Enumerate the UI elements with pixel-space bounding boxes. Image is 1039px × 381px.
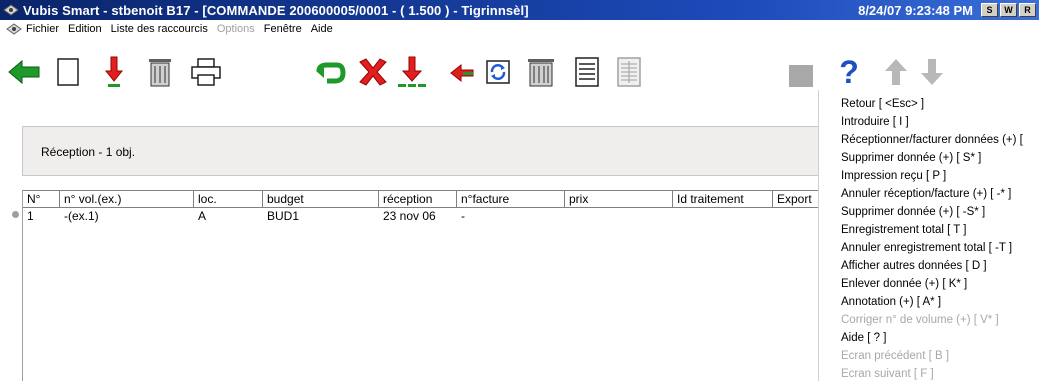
trash-icon[interactable] xyxy=(145,55,175,89)
row-selector-dot[interactable] xyxy=(12,211,19,218)
refresh-icon[interactable] xyxy=(484,58,512,86)
title-bar: Vubis Smart - stbenoit B17 - [COMMANDE 2… xyxy=(0,0,1039,20)
cell-budget: BUD1 xyxy=(267,209,300,223)
s-button[interactable]: S xyxy=(981,3,998,17)
cell-id-traitement xyxy=(673,209,773,224)
menu-item-enlever[interactable]: Enlever donnée (+) [ K* ] xyxy=(841,278,967,290)
new-document-icon[interactable] xyxy=(55,56,81,88)
window-buttons: S W R xyxy=(981,3,1036,17)
menu-item-receptionner[interactable]: Réceptionner/facturer données (+) [ xyxy=(841,134,1023,146)
cell-loc: A xyxy=(198,209,207,223)
print-icon[interactable] xyxy=(188,56,224,88)
menu-aide[interactable]: Aide xyxy=(311,23,333,35)
col-header-prix[interactable]: prix xyxy=(565,190,673,208)
list-grey-icon[interactable] xyxy=(614,55,644,89)
help-icon[interactable]: ? xyxy=(836,56,862,90)
menu-item-supprimer-neg[interactable]: Supprimer donnée (+) [ -S* ] xyxy=(841,206,985,218)
menu-item-afficher[interactable]: Afficher autres données [ D ] xyxy=(841,260,987,272)
receive-all-icon[interactable] xyxy=(395,54,429,90)
list-icon[interactable] xyxy=(572,55,602,89)
cell-vol: -(ex.1) xyxy=(64,209,99,223)
undo-icon[interactable] xyxy=(314,60,348,86)
context-menu: Retour [ <Esc> ] Introduire [ I ] Récept… xyxy=(818,90,1039,381)
menu-item-enregistrement[interactable]: Enregistrement total [ T ] xyxy=(841,224,967,236)
app-logo-icon xyxy=(3,4,19,16)
col-header-reception[interactable]: réception xyxy=(379,190,457,208)
menu-item-ecran-precedent[interactable]: Ecran précédent [ B ] xyxy=(841,350,949,362)
reception-panel: Réception - 1 obj. xyxy=(22,126,822,176)
svg-text:?: ? xyxy=(839,57,859,89)
menu-item-introduire[interactable]: Introduire [ I ] xyxy=(841,116,909,128)
down-arrow-icon[interactable] xyxy=(918,56,946,88)
window-title: Vubis Smart - stbenoit B17 - [COMMANDE 2… xyxy=(23,2,529,18)
menu-item-impression[interactable]: Impression reçu [ P ] xyxy=(841,170,946,182)
system-menu-icon[interactable] xyxy=(6,23,22,35)
menu-fichier[interactable]: Fichier xyxy=(26,23,59,35)
menu-item-supprimer[interactable]: Supprimer donnée (+) [ S* ] xyxy=(841,152,981,164)
menu-item-retour[interactable]: Retour [ <Esc> ] xyxy=(841,98,924,110)
col-header-vol[interactable]: n° vol.(ex.) xyxy=(60,190,194,208)
reception-table: N° n° vol.(ex.) loc. budget réception n°… xyxy=(22,190,823,381)
table-header: N° n° vol.(ex.) loc. budget réception n°… xyxy=(23,190,823,208)
up-arrow-icon[interactable] xyxy=(882,56,910,88)
datetime-display: 8/24/07 9:23:48 PM xyxy=(858,2,973,18)
menu-edition[interactable]: Edition xyxy=(68,23,102,35)
menu-options[interactable]: Options xyxy=(217,23,255,35)
menu-item-annuler-enregistrement[interactable]: Annuler enregistrement total [ -T ] xyxy=(841,242,1012,254)
cell-prix xyxy=(565,209,673,224)
menu-item-aide[interactable]: Aide [ ? ] xyxy=(841,332,886,344)
receive-arrow-icon[interactable] xyxy=(103,54,125,90)
back-arrow-icon[interactable] xyxy=(6,58,42,86)
back-small-icon[interactable] xyxy=(448,60,476,86)
trash-all-icon[interactable] xyxy=(524,55,558,89)
r-button[interactable]: R xyxy=(1019,3,1036,17)
menu-bar: Fichier Edition Liste des raccourcis Opt… xyxy=(0,20,1039,38)
menu-item-annuler-reception[interactable]: Annuler réception/facture (+) [ -* ] xyxy=(841,188,1011,200)
col-header-budget[interactable]: budget xyxy=(263,190,379,208)
menu-liste-raccourcis[interactable]: Liste des raccourcis xyxy=(111,23,208,35)
col-header-id-traitement[interactable]: Id traitement xyxy=(673,190,773,208)
delete-x-icon[interactable] xyxy=(356,56,390,88)
grey-block-icon[interactable] xyxy=(786,62,816,90)
col-header-export[interactable]: Export xyxy=(773,190,823,208)
col-header-loc[interactable]: loc. xyxy=(194,190,263,208)
table-row[interactable]: 1 -(ex.1) A BUD1 23 nov 06 - xyxy=(23,209,823,224)
menu-item-ecran-suivant[interactable]: Ecran suivant [ F ] xyxy=(841,368,934,380)
cell-reception: 23 nov 06 xyxy=(383,209,436,223)
object-count: Réception - 1 obj. xyxy=(41,145,136,159)
col-header-facture[interactable]: n°facture xyxy=(457,190,565,208)
col-header-no[interactable]: N° xyxy=(23,190,60,208)
cell-export xyxy=(773,209,823,224)
menu-item-corriger[interactable]: Corriger n° de volume (+) [ V* ] xyxy=(841,314,999,326)
w-button[interactable]: W xyxy=(1000,3,1017,17)
cell-facture: - xyxy=(461,209,465,223)
cell-no: 1 xyxy=(27,209,34,223)
menu-fenetre[interactable]: Fenêtre xyxy=(264,23,302,35)
menu-item-annotation[interactable]: Annotation (+) [ A* ] xyxy=(841,296,941,308)
